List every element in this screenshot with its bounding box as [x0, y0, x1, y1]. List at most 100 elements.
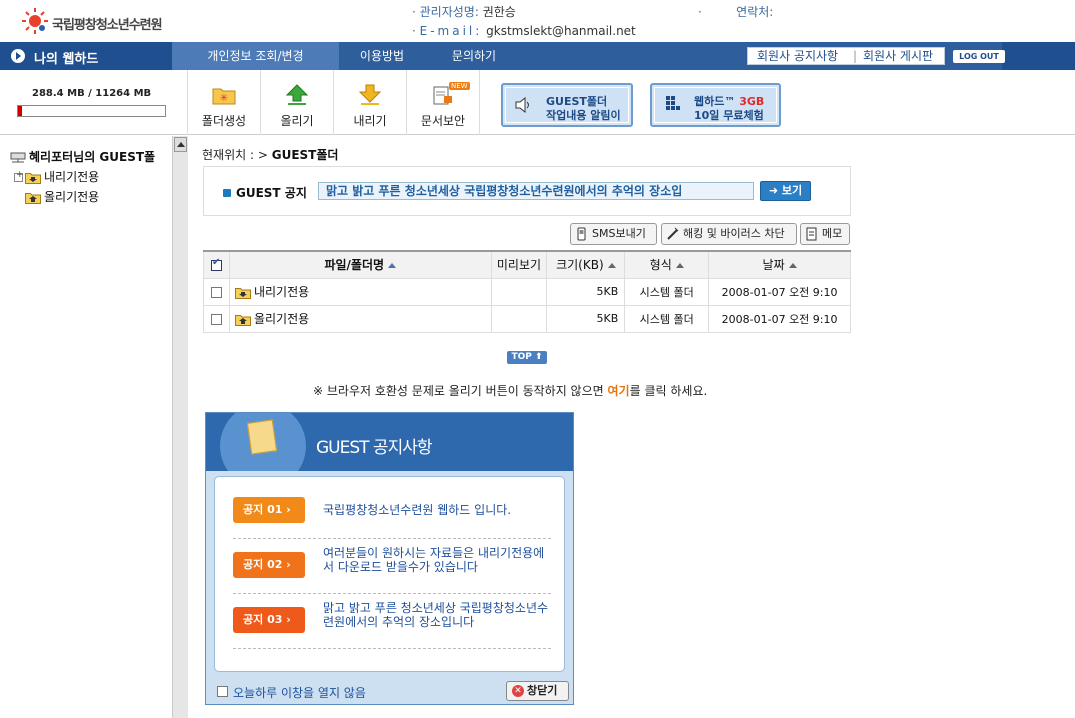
notice-badge: 공지 03 › [233, 607, 305, 633]
guest-notice-message: 맑고 밝고 푸른 청소년세상 국립평창청소년수련원에서의 추억의 장소입 [318, 182, 754, 200]
table-header-row: 파일/폴더명 미리보기 크기(KB) 형식 날짜 [203, 250, 851, 279]
speaker-icon [515, 97, 529, 113]
phone-icon [577, 227, 586, 241]
sort-asc-icon [675, 263, 684, 269]
tree-root[interactable]: 혜리포터님의 GUEST폴 [10, 148, 155, 165]
admin-email: gkstmslekt@hanmail.net [486, 24, 636, 38]
dont-open-today-label[interactable]: 오늘하루 이창을 열지 않음 [233, 684, 366, 701]
webhard-trial-button[interactable]: 웹하드™ 3GB 10일 무료체험 [650, 83, 781, 127]
notice-badge: 공지 01 › [233, 497, 305, 523]
notice-text[interactable]: 맑고 밝고 푸른 청소년세상 국립평창청소년수련원에서의 추억의 장소입니다 [323, 601, 551, 629]
select-all-cell [203, 250, 230, 279]
bullet-icon [223, 189, 231, 197]
new-badge: NEW [449, 82, 470, 90]
folder-down-icon [25, 173, 41, 184]
notice-text[interactable]: 여러분들이 원하시는 자료들은 내리기전용에서 다운로드 받을수가 있습니다 [323, 546, 551, 574]
popup-footer: 오늘하루 이창을 열지 않음 ✕ 창닫기 [206, 678, 573, 704]
scroll-up-arrow-icon[interactable] [174, 137, 187, 152]
guest-notice-bar: GUEST 공지 맑고 밝고 푸른 청소년세상 국립평창청소년수련원에서의 추억… [203, 166, 851, 216]
contact-label: 연락처: [736, 5, 774, 19]
nav-menu: 개인정보 조회/변경 이용방법 문의하기 회원사 공지사항 | 회원사 게시판 … [172, 42, 1005, 70]
logout-button[interactable]: LOG OUT [953, 50, 1005, 63]
nav-item-inquiry[interactable]: 문의하기 [425, 42, 523, 70]
col-name[interactable]: 파일/폴더명 [228, 250, 492, 279]
network-drive-icon [10, 152, 26, 163]
admin-name: 권한승 [482, 5, 516, 19]
guest-notice-popup: GUEST 공지사항 공지 01 › 국립평창청소년수련원 웹하드 입니다. 공… [205, 412, 574, 705]
site-logo[interactable]: 국립평창청소년수련원 [20, 6, 180, 36]
toolbar: 288.4 MB / 11264 MB ✳ 폴더생성 올리기 내리기 NEW 문… [0, 70, 1075, 135]
logo-sun-icon [22, 8, 48, 34]
sms-send-button[interactable]: SMS보내기 [570, 223, 657, 245]
nav-item-profile[interactable]: 개인정보 조회/변경 [172, 42, 339, 70]
my-webhard-link[interactable]: 나의 웹하드 [0, 42, 172, 70]
download-arrow-icon [358, 84, 382, 105]
member-board-link[interactable]: 회원사 게시판 [863, 48, 933, 64]
tree-item-download-only[interactable]: 내리기전용 [14, 168, 99, 185]
memo-button[interactable]: 메모 [800, 223, 850, 245]
tree-scrollbar[interactable] [172, 136, 188, 718]
notice-item[interactable]: 공지 01 › 국립평창청소년수련원 웹하드 입니다. [233, 483, 551, 539]
file-date: 2008-01-07 오전 9:10 [708, 304, 851, 333]
tree-item-upload-only[interactable]: 올리기전용 [25, 188, 99, 205]
col-type[interactable]: 형식 [624, 250, 710, 279]
download-button[interactable]: 내리기 [334, 70, 407, 135]
dont-open-today-checkbox[interactable] [217, 686, 228, 697]
guest-folder-alert-button[interactable]: GUEST폴더 작업내용 알림이 [501, 83, 633, 127]
breadcrumb-current: GUEST폴더 [271, 148, 339, 162]
file-preview [490, 304, 548, 333]
email-label: E-mail: [419, 24, 483, 38]
member-links-box: 회원사 공지사항 | 회원사 게시판 [747, 47, 945, 65]
guest-notice-title: GUEST 공지 [236, 186, 307, 200]
quota-bar [17, 105, 166, 117]
folder-down-icon [234, 288, 251, 299]
folder-tree: 혜리포터님의 GUEST폴 내리기전용 올리기전용 [0, 136, 188, 718]
file-type: 시스템 폴더 [624, 304, 710, 333]
notice-item[interactable]: 공지 02 › 여러분들이 원하시는 자료들은 내리기전용에서 다운로드 받을수… [233, 538, 551, 594]
table-row[interactable]: 내리기전용 5KB 시스템 폴더 2008-01-07 오전 9:10 [203, 277, 851, 306]
col-size[interactable]: 크기(KB) [546, 250, 626, 279]
compat-here-link[interactable]: 여기 [608, 384, 630, 398]
notice-item[interactable]: 공지 03 › 맑고 밝고 푸른 청소년세상 국립평창청소년수련원에서의 추억의… [233, 593, 551, 649]
row-checkbox[interactable] [210, 286, 222, 298]
hack-virus-block-button[interactable]: 해킹 및 바이러스 차단 [661, 223, 797, 245]
folder-up-icon [25, 193, 41, 204]
upload-button[interactable]: 올리기 [261, 70, 334, 135]
compat-notice: ※ 브라우저 호환성 문제로 올리기 버튼이 동작하지 않으면 여기를 클릭 하… [313, 384, 708, 398]
up-arrow-icon: ⬆ [534, 352, 543, 362]
col-date[interactable]: 날짜 [708, 250, 851, 279]
file-size: 5KB [546, 277, 626, 306]
doc-security-button[interactable]: NEW 문서보안 [407, 70, 480, 135]
create-folder-button[interactable]: ✳ 폴더생성 [188, 70, 261, 135]
logo-text: 국립평창청소년수련원 [52, 18, 163, 33]
notice-badge: 공지 02 › [233, 552, 305, 578]
file-name[interactable]: 내리기전용 [254, 285, 309, 299]
file-preview [490, 277, 548, 306]
file-size: 5KB [546, 304, 626, 333]
file-table: 파일/폴더명 미리보기 크기(KB) 형식 날짜 내리기전용 5KB 시스템 폴… [203, 250, 851, 333]
nav-item-howto[interactable]: 이용방법 [339, 42, 425, 70]
expand-plus-icon[interactable] [14, 170, 24, 182]
member-notice-link[interactable]: 회원사 공지사항 [757, 48, 838, 64]
storage-quota: 288.4 MB / 11264 MB [0, 70, 188, 135]
table-row[interactable]: 올리기전용 5KB 시스템 폴더 2008-01-07 오전 9:10 [203, 304, 851, 333]
main-navbar: 나의 웹하드 개인정보 조회/변경 이용방법 문의하기 회원사 공지사항 | 회… [0, 42, 1075, 70]
top-button[interactable]: TOP ⬆ [507, 351, 547, 364]
view-arrow-icon: ➜ [768, 184, 779, 197]
syringe-icon [667, 227, 679, 240]
upload-arrow-icon [285, 84, 309, 105]
select-all-checkbox[interactable] [210, 257, 222, 271]
main-content: 현재위치 : > GUEST폴더 GUEST 공지 맑고 밝고 푸른 청소년세상… [189, 136, 1075, 718]
memo-icon [806, 227, 817, 241]
close-window-button[interactable]: ✕ 창닫기 [506, 681, 569, 701]
svg-text:✳: ✳ [220, 93, 228, 104]
popup-header: GUEST 공지사항 [206, 413, 573, 471]
sort-asc-icon [788, 263, 797, 269]
bars-icon [666, 96, 680, 110]
col-preview: 미리보기 [490, 250, 548, 279]
popup-title: GUEST 공지사항 [316, 438, 432, 458]
row-checkbox[interactable] [210, 313, 222, 325]
view-button[interactable]: ➜ 보기 [760, 181, 811, 201]
file-name[interactable]: 올리기전용 [254, 312, 309, 326]
notice-text[interactable]: 국립평창청소년수련원 웹하드 입니다. [323, 503, 551, 517]
